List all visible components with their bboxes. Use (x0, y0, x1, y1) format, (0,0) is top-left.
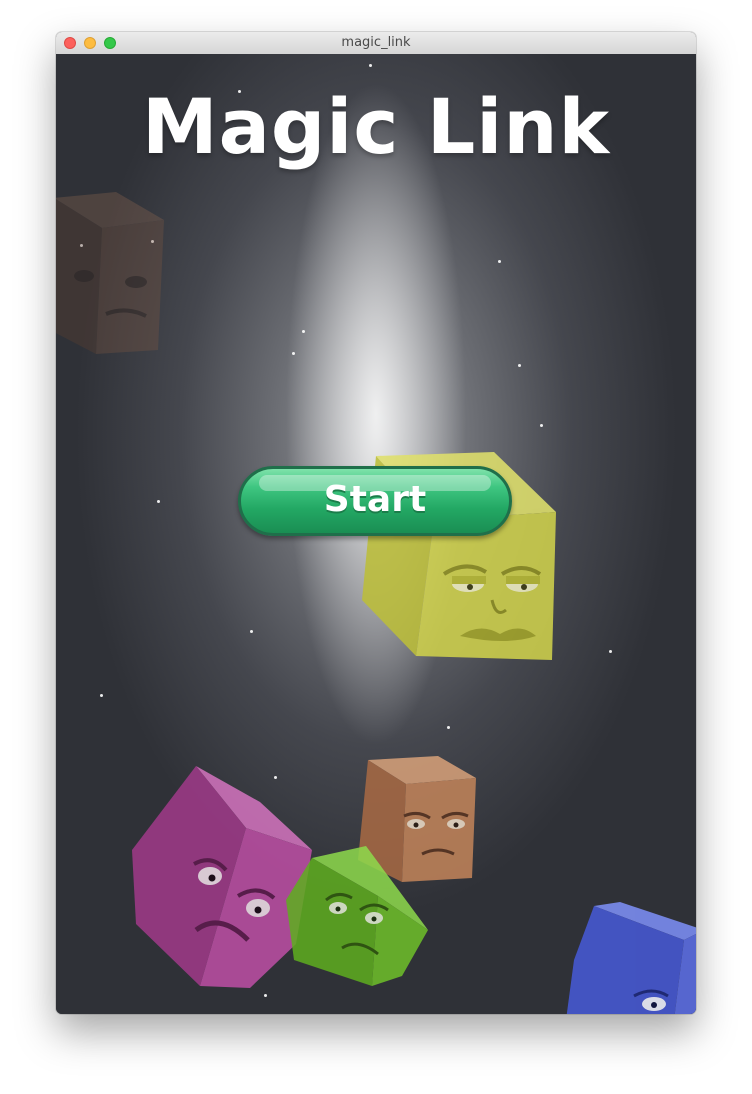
title-bar: magic_link (56, 32, 696, 55)
star (518, 364, 521, 367)
star (292, 352, 295, 355)
star (100, 694, 103, 697)
star (498, 260, 501, 263)
app-window: magic_link Magic Link Start (56, 32, 696, 1014)
star (157, 500, 160, 503)
start-button-label: Start (323, 479, 427, 520)
start-button[interactable]: Start (238, 466, 512, 536)
star (250, 630, 253, 633)
green-block (286, 846, 428, 986)
window-title: magic_link (341, 35, 411, 50)
star (264, 994, 267, 997)
brown-block-faded (56, 192, 164, 354)
star (369, 64, 372, 67)
star (302, 330, 305, 333)
star (447, 726, 450, 729)
star (540, 424, 543, 427)
game-title: Magic Link (141, 82, 610, 171)
blue-block (566, 902, 696, 1014)
game-stage: Magic Link Start (56, 54, 696, 1014)
star (609, 650, 612, 653)
